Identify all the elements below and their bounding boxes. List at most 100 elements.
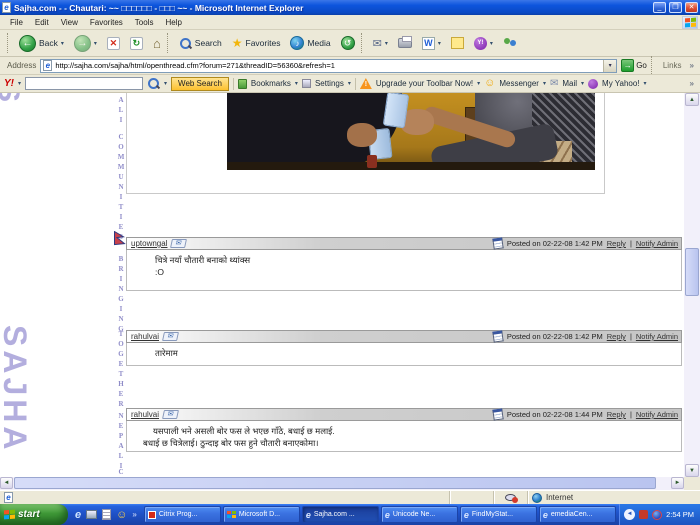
mail-button[interactable]: ✉ ▾	[369, 36, 392, 51]
history-button[interactable]: ↺	[337, 35, 359, 51]
home-button[interactable]: ⌂	[149, 36, 165, 51]
menu-tools[interactable]: Tools	[129, 18, 160, 27]
tray-blue-icon[interactable]	[652, 510, 662, 520]
start-button[interactable]: start	[0, 504, 68, 525]
yahoo-messenger-button[interactable]: Y! ▾	[470, 36, 497, 51]
media-button[interactable]: ♪ Media	[286, 35, 334, 51]
notify-admin-link[interactable]: Notify Admin	[636, 332, 678, 341]
print-button[interactable]	[394, 37, 416, 49]
task-label: emediaCen...	[551, 511, 593, 518]
yahoo-mail-label[interactable]: Mail	[562, 79, 577, 88]
go-button[interactable]: → Go	[621, 59, 647, 72]
favorites-button[interactable]: ★ Favorites	[228, 36, 285, 51]
yahoo-messenger-label[interactable]: Messenger	[499, 79, 539, 88]
photo-post-box	[126, 93, 605, 194]
close-button[interactable]: ✕	[685, 2, 698, 13]
reply-link[interactable]: Reply	[607, 239, 626, 248]
task-sajha[interactable]: e Sajha.com ...	[302, 506, 379, 523]
url-text[interactable]: http://sajha.com/sajha/html/openthread.c…	[55, 61, 600, 70]
back-button[interactable]: ← Back ▾	[15, 34, 68, 53]
vertical-scrollbar[interactable]: ▲ ▼	[684, 93, 700, 477]
menu-edit[interactable]: Edit	[29, 18, 55, 27]
citrix-icon	[148, 511, 156, 519]
upgrade-toolbar-link[interactable]: Upgrade your Toolbar Now!	[376, 79, 473, 88]
window-title: Sajha.com - - Chautari: ~~ □□□□□□ - □□□ …	[14, 3, 650, 13]
vertical-scroll-thumb[interactable]	[685, 248, 699, 296]
scroll-up-icon[interactable]: ▲	[685, 93, 699, 106]
settings-label[interactable]: Settings	[315, 79, 344, 88]
horizontal-scroll-thumb[interactable]	[14, 477, 656, 489]
upgrade-dropdown-icon[interactable]: ▾	[477, 80, 480, 87]
post-author-link[interactable]: uptowngal	[131, 239, 167, 248]
yahoo-messenger-dropdown-icon[interactable]: ▾	[543, 80, 546, 87]
yahoo-overflow-chevron-icon[interactable]: »	[688, 79, 696, 88]
tagline-c: C	[111, 467, 125, 477]
forward-dropdown-icon[interactable]: ▾	[94, 40, 97, 47]
yahoo-mail-dropdown-icon[interactable]: ▾	[581, 80, 584, 87]
tagline-together: TOGETHER	[111, 330, 125, 406]
task-emediacen[interactable]: e emediaCen...	[539, 506, 616, 523]
toolbar-grip[interactable]	[7, 33, 10, 53]
yahoo-search-dropdown-icon[interactable]: ▾	[164, 80, 167, 87]
quick-launch-document-icon[interactable]	[102, 509, 111, 520]
notify-admin-link[interactable]: Notify Admin	[636, 239, 678, 248]
post-text-line: तारेमाम	[155, 347, 677, 359]
minimize-button[interactable]: _	[653, 2, 666, 13]
tray-red-icon[interactable]	[639, 510, 648, 519]
edit-with-word-button[interactable]: W ▾	[418, 36, 445, 51]
links-chevron-icon[interactable]: »	[688, 61, 696, 70]
post-author-link[interactable]: rahulvai	[131, 410, 159, 419]
reply-link[interactable]: Reply	[607, 332, 626, 341]
send-message-icon[interactable]: ✉	[162, 332, 179, 341]
quick-launch-smiley-icon[interactable]: ☺	[116, 509, 127, 521]
quick-launch-chevron-icon[interactable]: »	[132, 510, 136, 519]
task-unicode[interactable]: e Unicode Ne...	[381, 506, 458, 523]
menu-file[interactable]: File	[4, 18, 29, 27]
mail-dropdown-icon[interactable]: ▾	[385, 40, 388, 47]
yahoo-search-icon[interactable]	[147, 77, 160, 90]
bookmarks-dropdown-icon[interactable]: ▾	[295, 80, 298, 87]
my-yahoo-label[interactable]: My Yahoo!	[602, 79, 640, 88]
restore-button[interactable]: ❐	[669, 2, 682, 13]
yahoo-logo-dropdown-icon[interactable]: ▾	[18, 80, 21, 87]
forward-button[interactable]: → ▾	[70, 34, 101, 53]
yahoo-logo[interactable]: Y!	[4, 78, 14, 89]
address-input[interactable]: e http://sajha.com/sajha/html/openthread…	[40, 59, 617, 73]
tray-collapse-icon[interactable]: ◄	[624, 509, 635, 520]
links-label[interactable]: Links	[661, 61, 684, 70]
menu-favorites[interactable]: Favorites	[84, 18, 129, 27]
scroll-down-icon[interactable]: ▼	[685, 464, 699, 477]
refresh-button[interactable]: ↻	[126, 36, 147, 51]
notes-button[interactable]	[447, 36, 468, 50]
stop-button[interactable]: ✕	[103, 36, 124, 51]
notify-admin-link[interactable]: Notify Admin	[636, 410, 678, 419]
send-message-icon[interactable]: ✉	[171, 239, 188, 248]
ymsg-dropdown-icon[interactable]: ▾	[490, 40, 493, 47]
my-yahoo-dropdown-icon[interactable]: ▾	[644, 80, 647, 87]
task-findmystat[interactable]: e FindMyStat...	[460, 506, 537, 523]
search-button[interactable]: Search	[175, 36, 226, 51]
settings-dropdown-icon[interactable]: ▾	[348, 80, 351, 87]
post-timestamp: Posted on 02-22-08 1:44 PM	[507, 410, 603, 419]
menu-help[interactable]: Help	[159, 18, 187, 27]
messenger-button[interactable]	[499, 36, 522, 51]
task-citrix[interactable]: Citrix Prog...	[144, 506, 221, 523]
task-microsoft[interactable]: Microsoft D...	[223, 506, 300, 523]
bookmarks-label[interactable]: Bookmarks	[251, 79, 291, 88]
yahoo-search-input[interactable]	[25, 77, 143, 90]
menu-view[interactable]: View	[55, 18, 84, 27]
send-message-icon[interactable]: ✉	[162, 410, 179, 419]
quick-launch-mail-icon[interactable]	[86, 510, 97, 519]
scroll-left-icon[interactable]: ◄	[0, 477, 13, 489]
back-dropdown-icon[interactable]: ▾	[61, 40, 64, 47]
privacy-report-icon[interactable]	[505, 494, 516, 501]
reply-link[interactable]: Reply	[607, 410, 626, 419]
scroll-right-icon[interactable]: ►	[671, 477, 684, 489]
horizontal-scrollbar[interactable]: ◄ ►	[0, 477, 684, 490]
quick-launch-ie-icon[interactable]: e	[75, 509, 81, 521]
address-dropdown-icon[interactable]: ▾	[603, 60, 616, 72]
web-search-button[interactable]: Web Search	[171, 77, 229, 91]
word-dropdown-icon[interactable]: ▾	[438, 40, 441, 47]
nepal-flag-icon	[113, 231, 126, 253]
post-author-link[interactable]: rahulvai	[131, 332, 159, 341]
